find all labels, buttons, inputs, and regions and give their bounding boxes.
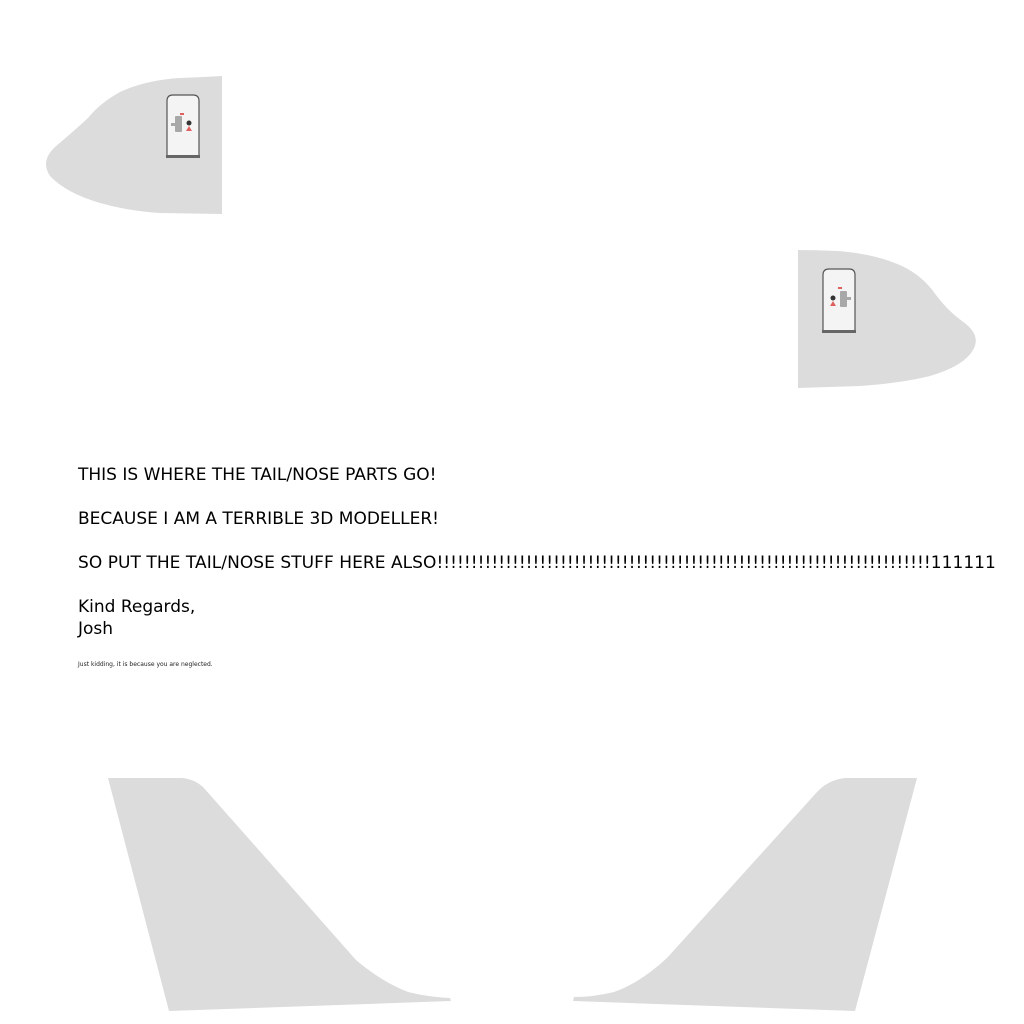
note-line-3: SO PUT THE TAIL/NOSE STUFF HERE ALSO!!!!… (78, 553, 996, 573)
left-door-icon (166, 94, 200, 158)
signoff-regards: Kind Regards, (78, 597, 196, 617)
right-tail-fin (573, 778, 917, 1011)
left-tail-fin (108, 778, 451, 1011)
signoff-name: Josh (78, 619, 114, 639)
small-note: Just kidding, it is because you are negl… (78, 661, 213, 668)
note-line-2: BECAUSE I AM A TERRIBLE 3D MODELLER! (78, 509, 439, 529)
note-line-1: THIS IS WHERE THE TAIL/NOSE PARTS GO! (78, 465, 437, 485)
signoff: Kind Regards, Josh (78, 596, 195, 640)
right-door-icon (822, 268, 856, 333)
left-nose-section (46, 76, 222, 214)
right-nose-section (798, 250, 976, 388)
